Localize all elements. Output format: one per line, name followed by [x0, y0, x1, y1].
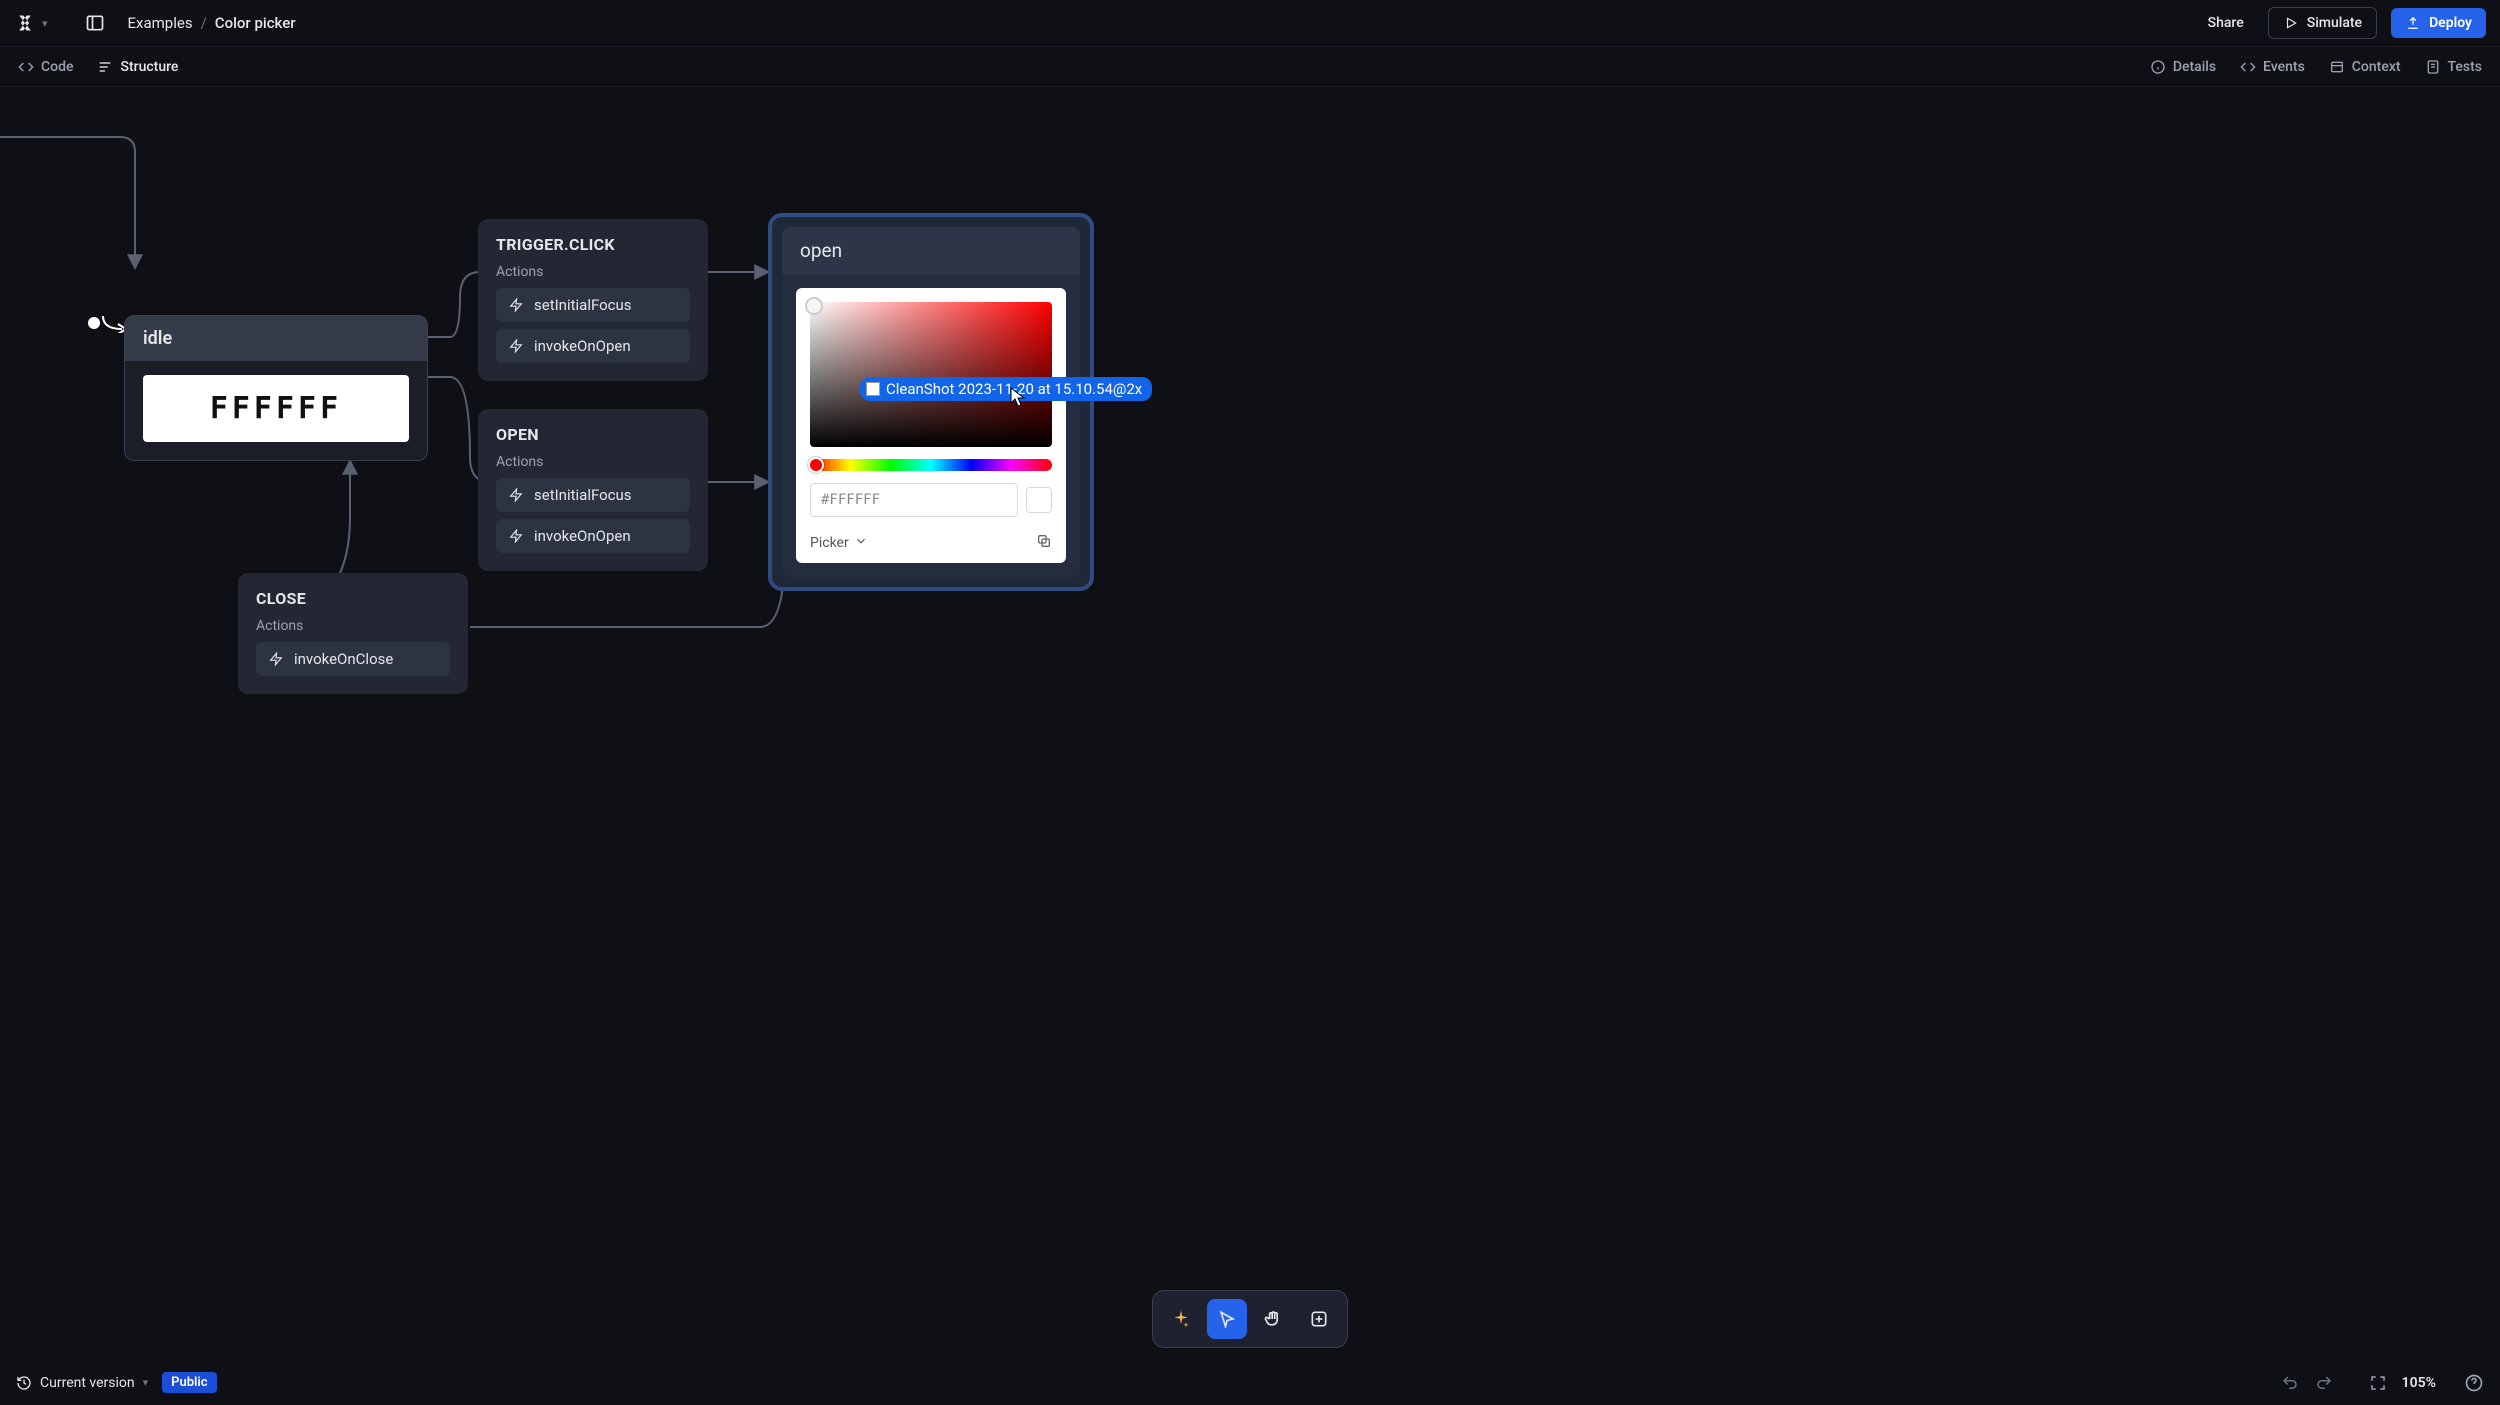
- hue-slider[interactable]: [810, 459, 1052, 471]
- action-name: invokeOnOpen: [534, 337, 631, 355]
- tab-code-label: Code: [41, 59, 73, 75]
- tab-tests[interactable]: Tests: [2423, 55, 2484, 79]
- state-open[interactable]: open #FFFFFF Picker: [768, 213, 1094, 591]
- transition-close-title: CLOSE: [256, 589, 450, 608]
- color-picker-panel: #FFFFFF Picker: [796, 288, 1066, 563]
- simulate-label: Simulate: [2307, 15, 2362, 31]
- history-icon: [16, 1375, 32, 1391]
- transition-trigger-click[interactable]: TRIGGER.CLICK Actions setInitialFocus in…: [478, 219, 708, 381]
- action-name: setInitialFocus: [534, 296, 632, 314]
- picker-mode-dropdown[interactable]: Picker: [810, 534, 868, 552]
- visibility-badge[interactable]: Public: [162, 1372, 216, 1393]
- action-name: invokeOnOpen: [534, 527, 631, 545]
- lightning-icon: [268, 651, 284, 667]
- tab-structure-label: Structure: [120, 59, 178, 75]
- state-idle[interactable]: idle FFFFFF: [124, 315, 428, 461]
- action-name: setInitialFocus: [534, 486, 632, 504]
- chevron-down-icon: [854, 534, 868, 552]
- lightning-icon: [508, 528, 524, 544]
- share-button[interactable]: Share: [2198, 9, 2254, 37]
- saturation-area[interactable]: [810, 302, 1052, 447]
- transition-open[interactable]: OPEN Actions setInitialFocus invokeOnOpe…: [478, 409, 708, 571]
- lightning-icon: [508, 297, 524, 313]
- action-chip[interactable]: invokeOnOpen: [496, 519, 690, 553]
- tab-tests-label: Tests: [2448, 59, 2482, 75]
- tab-events[interactable]: Events: [2238, 55, 2307, 79]
- drag-file-label: CleanShot 2023-11-20 at 15.10.54@2x: [860, 377, 1152, 401]
- tool-select[interactable]: [1207, 1299, 1247, 1339]
- version-label: Current version: [40, 1375, 135, 1391]
- breadcrumb-current[interactable]: Color picker: [215, 14, 296, 32]
- file-thumbnail-icon: [866, 382, 880, 396]
- copy-icon[interactable]: [1036, 533, 1052, 553]
- breadcrumb-parent[interactable]: Examples: [128, 14, 193, 32]
- events-icon: [2240, 59, 2256, 75]
- action-chip[interactable]: invokeOnClose: [256, 642, 450, 676]
- deploy-label: Deploy: [2429, 15, 2472, 31]
- fullscreen-button[interactable]: [2368, 1373, 2388, 1393]
- tests-icon: [2425, 59, 2441, 75]
- code-icon: [18, 59, 34, 75]
- tab-context[interactable]: Context: [2327, 55, 2403, 79]
- action-chip[interactable]: invokeOnOpen: [496, 329, 690, 363]
- transition-close[interactable]: CLOSE Actions invokeOnClose: [238, 573, 468, 694]
- cursor-icon: [1010, 387, 1026, 407]
- tab-details[interactable]: Details: [2148, 55, 2218, 79]
- saturation-cursor[interactable]: [805, 297, 823, 315]
- zoom-level[interactable]: 105%: [2402, 1375, 2436, 1391]
- current-color-swatch: [1026, 487, 1052, 513]
- picker-mode-label: Picker: [810, 535, 849, 551]
- tab-context-label: Context: [2352, 59, 2401, 75]
- play-icon: [2283, 15, 2299, 31]
- canvas-toolbar: [1152, 1290, 1348, 1348]
- upload-icon: [2405, 15, 2421, 31]
- stately-logo-icon: [14, 12, 36, 34]
- context-icon: [2329, 59, 2345, 75]
- action-chip[interactable]: setInitialFocus: [496, 478, 690, 512]
- version-dropdown[interactable]: Current version ▾: [16, 1375, 148, 1391]
- canvas[interactable]: idle FFFFFF TRIGGER.CLICK Actions setIni…: [0, 87, 2500, 1360]
- undo-button[interactable]: [2280, 1373, 2300, 1393]
- tab-structure[interactable]: Structure: [95, 55, 180, 79]
- actions-label: Actions: [496, 264, 690, 280]
- actions-label: Actions: [496, 454, 690, 470]
- lightning-icon: [508, 487, 524, 503]
- redo-button[interactable]: [2314, 1373, 2334, 1393]
- tool-add[interactable]: [1299, 1299, 1339, 1339]
- app-logo[interactable]: ▾: [14, 12, 48, 34]
- panel-toggle-icon[interactable]: [84, 12, 106, 34]
- initial-state-marker: [88, 313, 128, 333]
- tab-code[interactable]: Code: [16, 55, 75, 79]
- deploy-button[interactable]: Deploy: [2391, 8, 2486, 38]
- help-button[interactable]: [2464, 1373, 2484, 1393]
- state-idle-title: idle: [125, 316, 427, 361]
- state-open-title: open: [782, 227, 1080, 274]
- lightning-icon: [508, 338, 524, 354]
- idle-preview: FFFFFF: [143, 375, 409, 442]
- info-icon: [2150, 59, 2166, 75]
- breadcrumb-separator: /: [201, 14, 207, 32]
- transition-open-title: OPEN: [496, 425, 690, 444]
- action-name: invokeOnClose: [294, 650, 393, 668]
- action-chip[interactable]: setInitialFocus: [496, 288, 690, 322]
- hex-input[interactable]: #FFFFFF: [810, 483, 1018, 517]
- tab-events-label: Events: [2263, 59, 2305, 75]
- simulate-button[interactable]: Simulate: [2268, 7, 2377, 39]
- chevron-down-icon: ▾: [42, 17, 48, 30]
- tool-pan[interactable]: [1253, 1299, 1293, 1339]
- breadcrumb: Examples / Color picker: [128, 14, 296, 32]
- structure-icon: [97, 59, 113, 75]
- chevron-down-icon: ▾: [143, 1376, 149, 1389]
- hue-cursor[interactable]: [808, 457, 824, 473]
- transition-trigger-click-title: TRIGGER.CLICK: [496, 235, 690, 254]
- actions-label: Actions: [256, 618, 450, 634]
- tool-ai[interactable]: [1161, 1299, 1201, 1339]
- tab-details-label: Details: [2173, 59, 2216, 75]
